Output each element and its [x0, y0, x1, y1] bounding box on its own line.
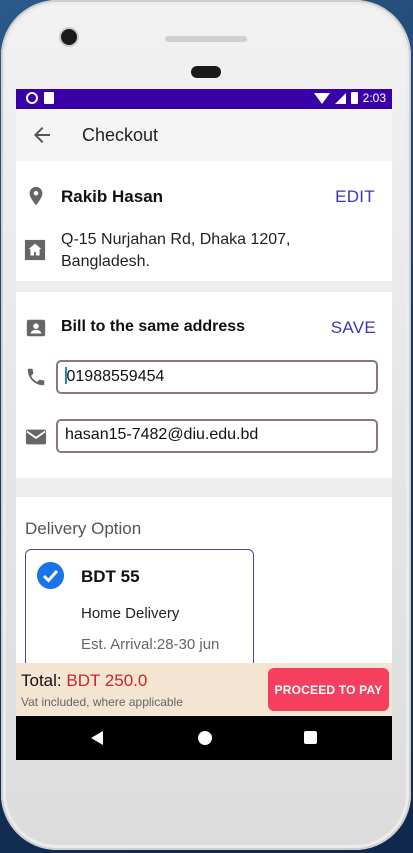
device-screen: 2:03 Checkout Rakib Hasan EDIT Q-15 Nurj…	[16, 89, 392, 760]
contact-card-icon	[26, 319, 46, 337]
notification-circle-icon	[26, 92, 38, 104]
front-camera	[61, 29, 77, 45]
total-line: Total: BDT 250.0	[21, 671, 147, 691]
email-value: hasan15-7482@diu.edu.bd	[65, 426, 259, 443]
edit-address-button[interactable]: EDIT	[335, 187, 375, 207]
phone-value: 01988559454	[66, 368, 165, 385]
shipping-address: Q-15 Nurjahan Rd, Dhaka 1207, Bangladesh…	[61, 231, 291, 270]
billing-title: Bill to the same address	[61, 318, 246, 335]
billing-card: Bill to the same address SAVE 0198855945…	[16, 292, 392, 478]
delivery-arrival: Est. Arrival:28-30 jun	[81, 636, 220, 653]
total-label: Total:	[21, 671, 62, 690]
arrow-left-icon[interactable]	[30, 123, 54, 147]
phone-icon	[27, 368, 45, 386]
mail-icon	[25, 429, 47, 445]
earpiece	[191, 66, 221, 78]
home-icon	[24, 239, 46, 261]
recipient-name: Rakib Hasan	[61, 187, 164, 206]
battery-icon	[350, 92, 358, 104]
order-summary-bar: Total: BDT 250.0 Vat included, where app…	[16, 663, 392, 716]
nav-home-icon[interactable]	[198, 731, 212, 745]
nav-recents-icon[interactable]	[304, 731, 317, 744]
page-title: Checkout	[82, 125, 159, 145]
total-amount: BDT 250.0	[66, 671, 148, 690]
phone-field[interactable]: 01988559454	[56, 360, 378, 394]
check-circle-icon	[37, 562, 64, 589]
signal-icon	[334, 92, 346, 104]
status-bar: 2:03	[16, 89, 392, 109]
nav-back-icon[interactable]	[91, 731, 103, 745]
top-speaker	[165, 36, 247, 42]
app-bar: Checkout	[16, 109, 392, 161]
delivery-method: Home Delivery	[81, 605, 180, 622]
shipping-address-card: Rakib Hasan EDIT Q-15 Nurjahan Rd, Dhaka…	[16, 161, 392, 281]
location-pin-icon	[29, 186, 43, 206]
delivery-option-label: Delivery Option	[25, 519, 142, 538]
proceed-to-pay-button[interactable]: PROCEED TO PAY	[268, 668, 389, 711]
status-time: 2:03	[362, 91, 386, 105]
system-nav-bar	[16, 716, 392, 760]
sd-card-icon	[44, 92, 54, 104]
vat-note: Vat included, where applicable	[21, 695, 183, 709]
email-field[interactable]: hasan15-7482@diu.edu.bd	[56, 419, 378, 453]
delivery-price: BDT 55	[81, 567, 140, 586]
save-button[interactable]: SAVE	[331, 318, 376, 338]
wifi-icon	[313, 92, 330, 104]
